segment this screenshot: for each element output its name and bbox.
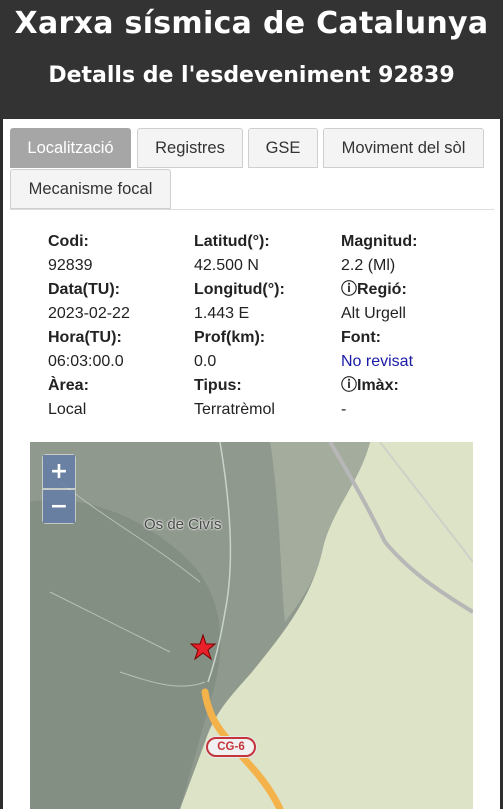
detail-imax: ⓘImàx: - bbox=[341, 375, 399, 421]
detail-value: 2.2 (Ml) bbox=[341, 257, 396, 274]
tab-bar: Localització Registres GSE Moviment del … bbox=[10, 128, 494, 211]
detail-magnitud: Magnitud: 2.2 (Ml) bbox=[341, 231, 417, 277]
zoom-control: + − bbox=[42, 454, 76, 524]
detail-value: 92839 bbox=[48, 257, 93, 274]
detail-value: Alt Urgell bbox=[341, 305, 406, 322]
font-link[interactable]: No revisat bbox=[341, 351, 413, 373]
tab-mecanisme-focal[interactable]: Mecanisme focal bbox=[10, 169, 171, 209]
detail-label: Hora(TU): bbox=[48, 329, 122, 346]
detail-value: Terratrèmol bbox=[194, 401, 275, 418]
detail-hora: Hora(TU): 06:03:00.0 bbox=[48, 327, 124, 373]
road-shield: CG-6 bbox=[206, 737, 256, 757]
event-title: Detalls de l'esdeveniment 92839 bbox=[48, 63, 455, 88]
detail-value: - bbox=[341, 401, 347, 418]
info-label-imax[interactable]: ⓘImàx: bbox=[341, 375, 399, 397]
detail-longitud: Longitud(°): 1.443 E bbox=[194, 279, 285, 325]
detail-codi: Codi: 92839 bbox=[48, 231, 93, 277]
epicenter-map[interactable]: + − Os de Civís CG-6 bbox=[30, 442, 473, 809]
zoom-in-button[interactable]: + bbox=[43, 455, 75, 488]
detail-prof: Prof(km): 0.0 bbox=[194, 327, 265, 373]
tab-divider bbox=[10, 209, 494, 210]
map-place-label: Os de Civís bbox=[144, 516, 222, 533]
detail-font: Font: No revisat bbox=[341, 327, 413, 373]
tab-localitzacio[interactable]: Localització bbox=[10, 128, 131, 168]
detail-label: Àrea: bbox=[48, 377, 89, 394]
detail-label: Magnitud: bbox=[341, 233, 418, 250]
detail-label: Longitud(°): bbox=[194, 281, 285, 298]
detail-label: Codi: bbox=[48, 233, 89, 250]
detail-label: Latitud(°): bbox=[194, 233, 270, 250]
tab-registres[interactable]: Registres bbox=[137, 128, 243, 168]
detail-label: Font: bbox=[341, 329, 381, 346]
site-title: Xarxa sísmica de Catalunya bbox=[14, 6, 489, 41]
tab-moviment-del-sol[interactable]: Moviment del sòl bbox=[323, 128, 484, 168]
detail-value: 42.500 N bbox=[194, 257, 259, 274]
main-content: Localització Registres GSE Moviment del … bbox=[3, 119, 500, 809]
detail-value: 06:03:00.0 bbox=[48, 353, 124, 370]
detail-latitud: Latitud(°): 42.500 N bbox=[194, 231, 270, 277]
detail-label: Data(TU): bbox=[48, 281, 120, 298]
info-label-regio[interactable]: ⓘRegió: bbox=[341, 279, 407, 301]
detail-value: 0.0 bbox=[194, 353, 217, 370]
detail-data: Data(TU): 2023-02-22 bbox=[48, 279, 130, 325]
detail-value: 1.443 E bbox=[194, 305, 250, 322]
detail-label: Tipus: bbox=[194, 377, 242, 394]
detail-value: 2023-02-22 bbox=[48, 305, 130, 322]
detail-regio: ⓘRegió: Alt Urgell bbox=[341, 279, 407, 325]
zoom-out-button[interactable]: − bbox=[43, 490, 75, 523]
detail-label: Prof(km): bbox=[194, 329, 266, 346]
detail-value: Local bbox=[48, 401, 87, 418]
detail-tipus: Tipus: Terratrèmol bbox=[194, 375, 275, 421]
app-page: Xarxa sísmica de Catalunya Detalls de l'… bbox=[0, 0, 503, 809]
header-bar: Xarxa sísmica de Catalunya Detalls de l'… bbox=[0, 0, 503, 119]
tab-gse[interactable]: GSE bbox=[248, 128, 318, 168]
detail-area: Àrea: Local bbox=[48, 375, 89, 421]
